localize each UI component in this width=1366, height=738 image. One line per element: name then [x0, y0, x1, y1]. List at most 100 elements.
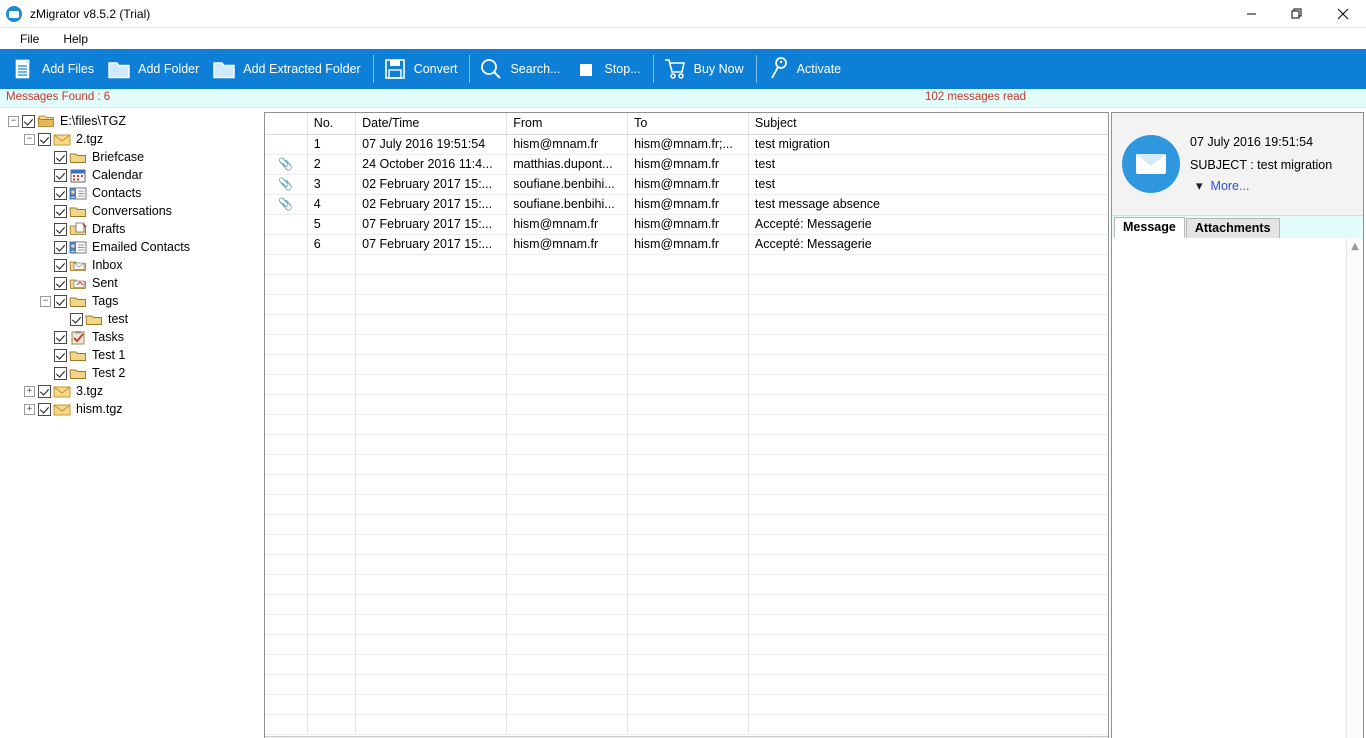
- tab-message[interactable]: Message: [1114, 217, 1185, 238]
- column-header-from[interactable]: From: [506, 113, 629, 135]
- tree-node[interactable]: − Tags: [0, 292, 264, 310]
- cell-empty: [506, 454, 629, 475]
- tree-node[interactable]: Emailed Contacts: [0, 238, 264, 256]
- table-header-row: No. Date/Time From To Subject: [265, 113, 1108, 135]
- menu-item-help[interactable]: Help: [53, 30, 98, 48]
- cell-empty: [307, 394, 357, 415]
- tree-node[interactable]: Test 1: [0, 346, 264, 364]
- cell-empty: [627, 574, 749, 595]
- tree-node[interactable]: − E:\files\TGZ: [0, 112, 264, 130]
- message-grid[interactable]: No. Date/Time From To Subject 1 07 July 2…: [265, 113, 1108, 736]
- cell-from: soufiane.benbihi...: [506, 174, 629, 195]
- tree-node-checkbox[interactable]: [54, 258, 67, 272]
- tree-node-checkbox[interactable]: [54, 348, 67, 362]
- folder-tree[interactable]: − E:\files\TGZ − 2.tgz Briefcase Calendar Cont…: [0, 108, 264, 738]
- toolbar-stop-label: Stop...: [604, 62, 641, 76]
- tree-node-checkbox[interactable]: [54, 204, 67, 218]
- tree-node[interactable]: test: [0, 310, 264, 328]
- table-row-empty: [265, 674, 1108, 695]
- preview-more-label[interactable]: More...: [1211, 179, 1250, 193]
- toolbar-convert-button[interactable]: Convert: [378, 52, 466, 86]
- tree-node[interactable]: Drafts: [0, 220, 264, 238]
- column-header-datetime[interactable]: Date/Time: [355, 113, 508, 135]
- tree-node-checkbox[interactable]: [54, 294, 67, 308]
- cell-empty: [265, 554, 308, 575]
- cell-empty: [307, 694, 357, 715]
- table-row[interactable]: 📎 3 02 February 2017 15:... soufiane.benbih…: [265, 174, 1108, 195]
- preview-header: 07 July 2016 19:51:54 SUBJECT : test mig…: [1112, 113, 1363, 216]
- tree-node[interactable]: + hism.tgz: [0, 400, 264, 418]
- tree-node[interactable]: Calendar: [0, 166, 264, 184]
- tree-node[interactable]: − 2.tgz: [0, 130, 264, 148]
- envelope-icon: [53, 402, 71, 417]
- close-button[interactable]: [1320, 0, 1366, 28]
- tree-node-checkbox[interactable]: [54, 366, 67, 380]
- cell-empty: [627, 314, 749, 335]
- vertical-scrollbar[interactable]: ▲ ▼: [1346, 238, 1363, 738]
- table-row[interactable]: 📎 4 02 February 2017 15:... soufiane.benbih…: [265, 194, 1108, 215]
- menu-item-file[interactable]: File: [10, 30, 49, 48]
- tree-node-checkbox[interactable]: [54, 150, 67, 164]
- cell-no: 4: [307, 194, 357, 215]
- expand-plus-icon[interactable]: +: [24, 385, 35, 397]
- table-row[interactable]: 5 07 February 2017 15:... hism@mnam.fr hism…: [265, 214, 1108, 235]
- preview-more-toggle[interactable]: ▾ More...: [1190, 179, 1357, 194]
- tree-node[interactable]: Tasks: [0, 328, 264, 346]
- expand-plus-icon[interactable]: +: [24, 403, 35, 415]
- cell-empty: [307, 274, 357, 295]
- tree-node-checkbox[interactable]: [54, 186, 67, 200]
- toolbar-add-extracted-folder-button[interactable]: Add Extracted Folder: [207, 52, 368, 86]
- cell-empty: [265, 354, 308, 375]
- collapse-minus-icon[interactable]: −: [40, 295, 51, 307]
- toolbar-buy-now-button[interactable]: Buy Now: [658, 52, 752, 86]
- cell-empty: [627, 434, 749, 455]
- tree-node[interactable]: Conversations: [0, 202, 264, 220]
- toolbar-search-button[interactable]: Search...: [474, 52, 568, 86]
- tree-node-checkbox[interactable]: [70, 312, 83, 326]
- cell-empty: [627, 694, 749, 715]
- cell-empty: [265, 374, 308, 395]
- toolbar-add-files-button[interactable]: Add Files: [6, 52, 102, 86]
- tree-node[interactable]: Test 2: [0, 364, 264, 382]
- tree-node-checkbox[interactable]: [38, 384, 51, 398]
- table-row[interactable]: 📎 2 24 October 2016 11:4... matthias.dupont…: [265, 154, 1108, 175]
- collapse-minus-icon[interactable]: −: [8, 115, 19, 127]
- tree-node-checkbox[interactable]: [54, 330, 67, 344]
- tree-node-checkbox[interactable]: [38, 402, 51, 416]
- toolbar-stop-button[interactable]: Stop...: [569, 52, 649, 86]
- table-row-empty: [265, 314, 1108, 335]
- tab-attachments[interactable]: Attachments: [1185, 218, 1280, 238]
- table-row[interactable]: 6 07 February 2017 15:... hism@mnam.fr hism…: [265, 234, 1108, 255]
- cell-empty: [307, 294, 357, 315]
- toolbar: Add Files Add Folder Add Extracted Folde…: [0, 49, 1366, 89]
- tree-node-checkbox[interactable]: [54, 168, 67, 182]
- chevron-up-icon[interactable]: ▲: [1347, 238, 1363, 255]
- minimize-button[interactable]: [1228, 0, 1274, 28]
- toolbar-add-folder-button[interactable]: Add Folder: [102, 52, 207, 86]
- column-header-to[interactable]: To: [627, 113, 749, 135]
- tree-node-checkbox[interactable]: [54, 222, 67, 236]
- tree-node[interactable]: Sent: [0, 274, 264, 292]
- cell-empty: [307, 254, 357, 275]
- cell-empty: [748, 474, 1108, 495]
- tree-node-checkbox[interactable]: [22, 114, 35, 128]
- preview-meta: 07 July 2016 19:51:54 SUBJECT : test mig…: [1190, 135, 1357, 194]
- tree-node[interactable]: Briefcase: [0, 148, 264, 166]
- cell-empty: [265, 594, 308, 615]
- toolbar-activate-button[interactable]: Activate: [761, 52, 849, 86]
- tree-node[interactable]: Contacts: [0, 184, 264, 202]
- cell-empty: [355, 274, 508, 295]
- tree-node[interactable]: +3.tgz: [0, 382, 264, 400]
- tree-node-checkbox[interactable]: [38, 132, 51, 146]
- cell-empty: [265, 574, 308, 595]
- column-header-subject[interactable]: Subject: [748, 113, 1108, 135]
- column-header-no[interactable]: No.: [307, 113, 357, 135]
- tree-node-checkbox[interactable]: [54, 276, 67, 290]
- restore-button[interactable]: [1274, 0, 1320, 28]
- collapse-minus-icon[interactable]: −: [24, 133, 35, 145]
- table-row[interactable]: 1 07 July 2016 19:51:54 hism@mnam.fr hism@m…: [265, 134, 1108, 155]
- tree-node[interactable]: Inbox: [0, 256, 264, 274]
- tree-node-checkbox[interactable]: [54, 240, 67, 254]
- column-header-attachment[interactable]: [265, 113, 308, 135]
- chevron-down-icon[interactable]: ▾: [1196, 179, 1203, 194]
